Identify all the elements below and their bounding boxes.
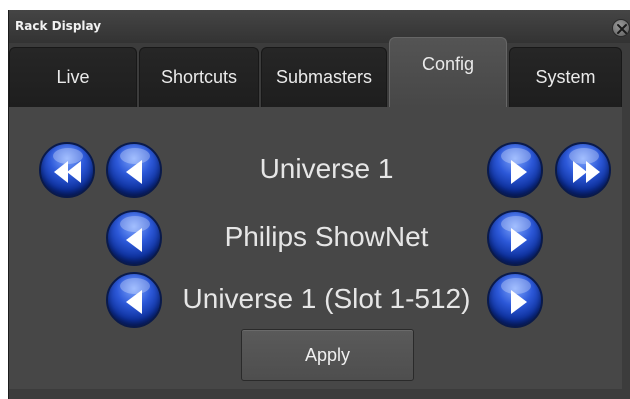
protocol-value: Philips ShowNet <box>224 221 429 252</box>
next-protocol-button[interactable] <box>487 210 543 266</box>
tab-live[interactable]: Live <box>9 47 137 107</box>
tab-config-label: Config <box>421 54 475 74</box>
next-slot-button[interactable] <box>487 272 543 328</box>
next-universe-button[interactable] <box>487 142 543 198</box>
prev-universe-button[interactable] <box>106 142 162 198</box>
fast-forward-icon <box>573 161 600 183</box>
tab-live-label: Live <box>56 67 90 87</box>
arrow-right-icon <box>511 290 527 314</box>
tab-system[interactable]: System <box>509 47 622 107</box>
arrow-left-icon <box>126 228 142 252</box>
window-title: Rack Display <box>15 19 102 33</box>
arrow-right-icon <box>511 160 527 184</box>
tab-submasters-label: Submasters <box>275 67 373 87</box>
prev-slot-button[interactable] <box>106 272 162 328</box>
close-icon <box>617 24 627 34</box>
tab-config[interactable]: Config <box>389 37 507 107</box>
arrow-left-icon <box>126 160 142 184</box>
rewind-universe-button[interactable] <box>39 142 95 198</box>
slot-value: Universe 1 (Slot 1-512) <box>182 283 471 314</box>
tab-submasters[interactable]: Submasters <box>261 47 387 107</box>
config-panel: Universe 1 Philips ShowNet Universe 1 (S… <box>9 107 622 389</box>
fast-forward-universe-button[interactable] <box>555 142 611 198</box>
apply-button[interactable]: Apply <box>241 329 414 381</box>
close-button[interactable] <box>612 19 630 37</box>
rewind-icon <box>54 161 81 183</box>
arrow-left-icon <box>126 290 142 314</box>
tab-system-label: System <box>535 67 596 87</box>
tab-shortcuts-label: Shortcuts <box>160 67 238 87</box>
tab-shortcuts[interactable]: Shortcuts <box>139 47 259 107</box>
tab-bar: Live Shortcuts Submasters Config System <box>9 37 622 115</box>
prev-protocol-button[interactable] <box>106 210 162 266</box>
arrow-right-icon <box>511 228 527 252</box>
apply-button-label: Apply <box>304 344 351 365</box>
universe-value: Universe 1 <box>259 153 394 184</box>
